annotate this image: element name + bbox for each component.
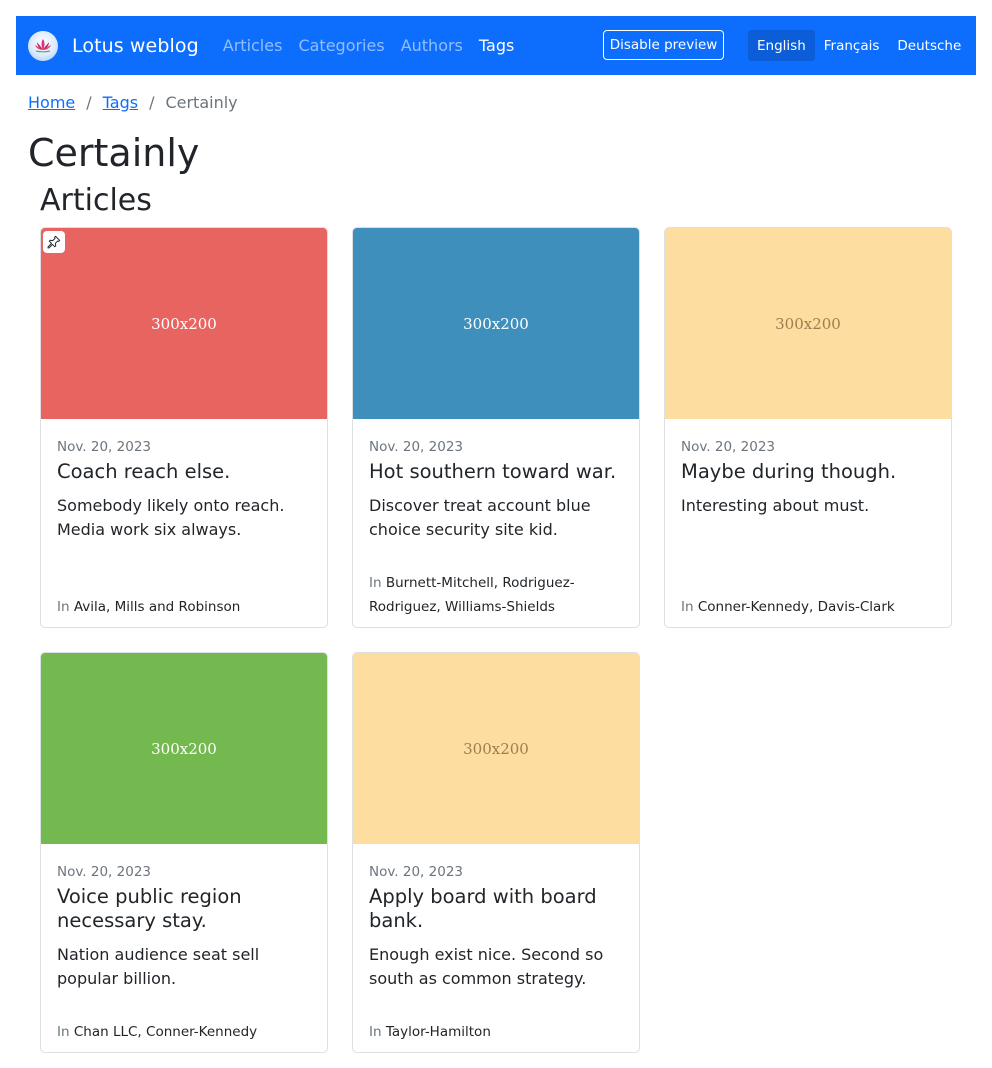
category-link[interactable]: Chan LLC (74, 1024, 138, 1040)
article-date: Nov. 20, 2023 (681, 439, 775, 455)
page-title: Certainly (28, 131, 200, 175)
article-title[interactable]: Voice public region necessary stay. (57, 885, 313, 933)
article-image[interactable]: 300x200 (41, 228, 327, 419)
categories-prefix: In (57, 599, 70, 615)
lotus-logo-icon (28, 30, 58, 61)
article-card-body: Nov. 20, 2023 Coach reach else. Somebody l… (57, 419, 313, 627)
categories-prefix: In (369, 1024, 382, 1040)
article-card[interactable]: 300x200 Nov. 20, 2023 Apply board with boa… (352, 652, 640, 1053)
language-switcher: English Français Deutsche (748, 30, 970, 61)
brand-link[interactable]: Lotus weblog (28, 30, 199, 61)
article-card[interactable]: 300x200 Nov. 20, 2023 Voice public region … (40, 652, 328, 1053)
article-card[interactable]: 300x200 Nov. 20, 2023 Maybe during though.… (664, 227, 952, 628)
article-card[interactable]: 300x200 Nov. 20, 2023 Hot southern toward … (352, 227, 640, 628)
article-title[interactable]: Hot southern toward war. (369, 460, 616, 484)
article-title[interactable]: Coach reach else. (57, 460, 230, 484)
article-title[interactable]: Maybe during though. (681, 460, 896, 484)
categories-prefix: In (681, 599, 694, 615)
article-image-label: 300x200 (151, 739, 217, 758)
article-categories: In Chan LLC, Conner-Kennedy (57, 1024, 258, 1040)
category-link[interactable]: Taylor-Hamilton (386, 1024, 491, 1040)
breadcrumb-home[interactable]: Home (28, 93, 75, 112)
category-link[interactable]: Burnett-Mitchell (386, 575, 494, 591)
article-excerpt: Somebody likely onto reach. Media work s… (57, 496, 285, 539)
article-excerpt: Enough exist nice. Second so south as co… (369, 945, 604, 988)
article-image-label: 300x200 (463, 739, 529, 758)
categories-prefix: In (57, 1024, 70, 1040)
top-navbar: Lotus weblog Articles Categories Authors… (16, 16, 976, 75)
article-date: Nov. 20, 2023 (57, 439, 151, 455)
lang-german[interactable]: Deutsche (888, 30, 970, 61)
article-image-label: 300x200 (463, 314, 529, 333)
pin-icon (43, 231, 65, 253)
disable-preview-button[interactable]: Disable preview (603, 30, 724, 60)
article-card-body: Nov. 20, 2023 Hot southern toward war. Dis… (369, 419, 625, 627)
breadcrumb: Home / Tags / Certainly (28, 93, 238, 112)
category-link[interactable]: Conner-Kennedy (146, 1024, 257, 1040)
article-card-body: Nov. 20, 2023 Voice public region necessa… (57, 844, 313, 1052)
nav-articles[interactable]: Articles (215, 36, 291, 55)
nav-tags[interactable]: Tags (471, 36, 522, 55)
brand-name: Lotus weblog (72, 34, 199, 57)
breadcrumb-separator: / (149, 93, 155, 112)
article-card-body: Nov. 20, 2023 Maybe during though. Interes… (681, 419, 937, 627)
article-image[interactable]: 300x200 (353, 228, 639, 419)
breadcrumb-separator: / (86, 93, 92, 112)
article-excerpt: Discover treat account blue choice secur… (369, 496, 591, 539)
categories-prefix: In (369, 575, 382, 591)
article-categories: In Avila, Mills and Robinson (57, 595, 240, 619)
article-categories: In Burnett-Mitchell, Rodriguez-Rodriguez… (369, 575, 575, 615)
article-card[interactable]: 300x200 Nov. 20, 2023 Coach reach else. Som… (40, 227, 328, 628)
category-link[interactable]: Williams-Shields (445, 599, 555, 615)
category-link[interactable]: Conner-Kennedy (698, 599, 809, 615)
section-title: Articles (40, 183, 152, 218)
article-date: Nov. 20, 2023 (369, 439, 463, 455)
breadcrumb-current: Certainly (165, 93, 238, 112)
breadcrumb-tags[interactable]: Tags (103, 93, 138, 112)
nav-categories[interactable]: Categories (290, 36, 392, 55)
article-image[interactable]: 300x200 (353, 653, 639, 844)
main-nav: Articles Categories Authors Tags (215, 36, 523, 55)
article-excerpt: Nation audience seat sell popular billio… (57, 945, 260, 988)
article-image[interactable]: 300x200 (665, 228, 951, 419)
article-categories: In Taylor-Hamilton (369, 1020, 491, 1044)
article-image-label: 300x200 (775, 314, 841, 333)
article-excerpt: Interesting about must. (681, 496, 870, 515)
lang-english[interactable]: English (748, 30, 815, 61)
article-date: Nov. 20, 2023 (57, 864, 151, 880)
category-link[interactable]: Davis-Clark (818, 599, 895, 615)
article-date: Nov. 20, 2023 (369, 864, 463, 880)
article-categories: In Conner-Kennedy, Davis-Clark (681, 599, 895, 615)
category-link[interactable]: Avila, Mills and Robinson (74, 599, 240, 615)
article-card-body: Nov. 20, 2023 Apply board with board bank… (369, 844, 625, 1052)
nav-authors[interactable]: Authors (393, 36, 471, 55)
lang-french[interactable]: Français (815, 30, 889, 61)
article-image-label: 300x200 (151, 314, 217, 333)
article-title[interactable]: Apply board with board bank. (369, 885, 625, 933)
article-image[interactable]: 300x200 (41, 653, 327, 844)
